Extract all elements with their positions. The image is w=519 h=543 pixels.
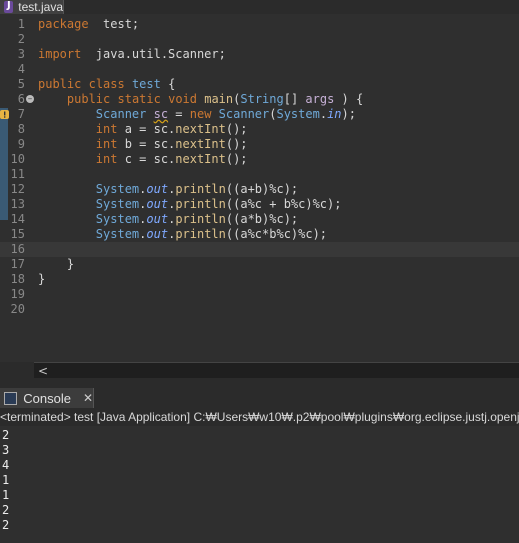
code-line[interactable]: 17 } — [0, 257, 519, 272]
line-number: 9 — [17, 137, 25, 151]
code-text: } — [38, 257, 75, 271]
code-line[interactable]: 2 — [0, 32, 519, 47]
close-icon[interactable]: ✕ — [83, 391, 93, 405]
code-line[interactable]: 20 — [0, 302, 519, 317]
line-number: 12 — [10, 182, 25, 196]
code-text: int c = sc.nextInt(); — [95, 152, 248, 166]
code-line[interactable]: 3 import java.util.Scanner; — [0, 47, 519, 62]
console-icon — [4, 391, 18, 405]
code-text: int b = sc.nextInt(); — [95, 137, 248, 151]
line-number: 3 — [17, 47, 25, 61]
code-text: System.out.println((a*b)%c); — [95, 212, 299, 226]
code-line[interactable]: 16 — [0, 242, 519, 257]
console-output-line: 2 — [2, 428, 10, 442]
console-output-line: 4 — [2, 458, 10, 472]
scroll-left-arrow-icon[interactable]: < — [38, 364, 48, 378]
code-line[interactable]: 9 int b = sc.nextInt(); — [0, 137, 519, 152]
editor-tab-label: test.java — [18, 0, 63, 14]
console-output-line: 3 — [2, 443, 10, 457]
java-file-icon — [4, 0, 14, 13]
line-number: 4 — [17, 62, 25, 76]
editor-tabbar: test.java — [0, 0, 519, 14]
fold-toggle-icon[interactable]: − — [26, 95, 34, 103]
line-number: 15 — [10, 227, 25, 241]
console-output-line: 1 — [2, 473, 10, 487]
code-text: public class test { — [38, 77, 176, 91]
code-text: } — [38, 272, 46, 286]
line-number: 20 — [10, 302, 25, 316]
line-number: 1 — [17, 17, 25, 31]
line-number: 11 — [10, 167, 25, 181]
code-line[interactable]: 15 System.out.println((a%c*b%c)%c); — [0, 227, 519, 242]
code-text: import java.util.Scanner; — [38, 47, 226, 61]
code-line[interactable]: 4 — [0, 62, 519, 77]
console-tab-label: Console — [23, 390, 71, 406]
code-line[interactable]: 18} — [0, 272, 519, 287]
line-number: 2 — [17, 32, 25, 46]
console-output-line: 2 — [2, 503, 10, 517]
console-status: <terminated> test [Java Application] C:₩… — [0, 408, 519, 426]
line-number: 18 — [10, 272, 25, 286]
code-text: public static void main(String[] args ) … — [66, 92, 364, 106]
code-text: package test; — [38, 17, 140, 31]
code-line[interactable]: 1 package test; — [0, 17, 519, 32]
line-number: 14 — [10, 212, 25, 226]
code-line[interactable]: 12 System.out.println((a+b)%c); — [0, 182, 519, 197]
code-text: System.out.println((a%c + b%c)%c); — [95, 197, 342, 211]
code-line[interactable]: 10 int c = sc.nextInt(); — [0, 152, 519, 167]
console-tabbar: Console ✕ — [0, 388, 519, 408]
line-number: 17 — [10, 257, 25, 271]
line-number: 6 — [17, 92, 25, 106]
editor-tab-test-java[interactable]: test.java — [0, 0, 64, 14]
code-text: int a = sc.nextInt(); — [95, 122, 248, 136]
code-text: System.out.println((a+b)%c); — [95, 182, 299, 196]
code-line[interactable]: 11 — [0, 167, 519, 182]
console-output-line: 1 — [2, 488, 10, 502]
code-line[interactable]: 13 System.out.println((a%c + b%c)%c); — [0, 197, 519, 212]
code-line[interactable]: 7 Scanner sc = new Scanner(System.in); — [0, 107, 519, 122]
panel-divider[interactable] — [0, 378, 519, 388]
code-line[interactable]: 19 — [0, 287, 519, 302]
code-line[interactable]: 14 System.out.println((a*b)%c); — [0, 212, 519, 227]
code-text: Scanner sc = new Scanner(System.in); — [95, 107, 356, 121]
code-line[interactable]: 5 public class test { — [0, 77, 519, 92]
console-output[interactable]: 2341122 — [0, 426, 519, 543]
line-number: 16 — [10, 242, 25, 256]
line-number: 13 — [10, 197, 25, 211]
line-number: 10 — [10, 152, 25, 166]
line-number: 5 — [17, 77, 25, 91]
console-tab[interactable]: Console ✕ — [0, 388, 94, 408]
horizontal-scrollbar[interactable]: < — [34, 362, 519, 379]
code-line[interactable]: 6− public static void main(String[] args… — [0, 92, 519, 107]
code-text: System.out.println((a%c*b%c)%c); — [95, 227, 328, 241]
code-editor[interactable]: 1 package test; 2 3 import java.util.Scanner… — [0, 14, 519, 362]
code-line[interactable]: 8 int a = sc.nextInt(); — [0, 122, 519, 137]
warning-icon[interactable] — [0, 108, 10, 120]
console-output-line: 2 — [2, 518, 10, 532]
line-number: 8 — [17, 122, 25, 136]
line-number: 19 — [10, 287, 25, 301]
